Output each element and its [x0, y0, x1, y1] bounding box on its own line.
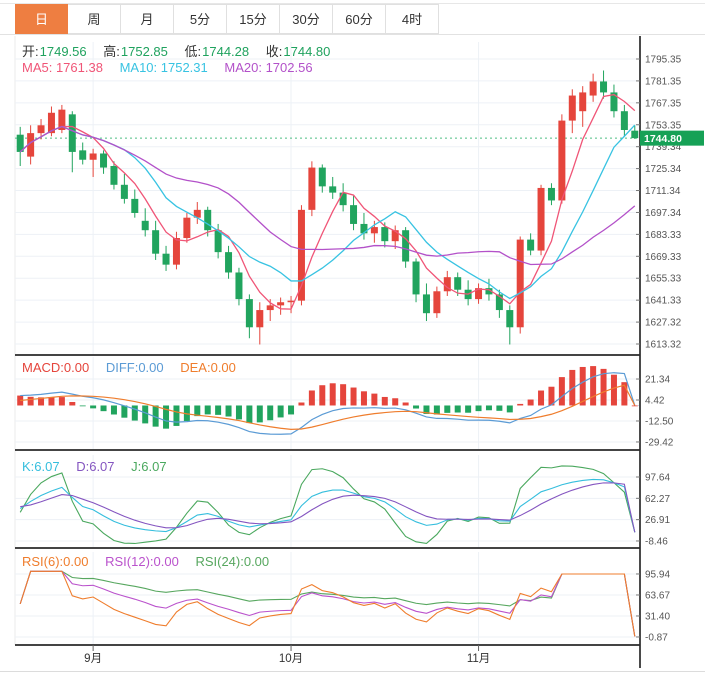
d-line — [20, 482, 636, 533]
svg-text:1767.35: 1767.35 — [645, 98, 682, 109]
candlestick-layer — [16, 70, 639, 345]
tab-4hour[interactable]: 4时 — [386, 4, 439, 34]
k-line — [19, 478, 636, 533]
tab-week[interactable]: 周 — [68, 4, 121, 34]
open-value: 1749.56 — [39, 44, 87, 59]
svg-text:-12.50: -12.50 — [645, 416, 674, 427]
j-line — [19, 465, 636, 545]
svg-text:1753.35: 1753.35 — [645, 120, 682, 131]
svg-text:1627.32: 1627.32 — [645, 318, 682, 329]
rsi-readout: RSI(6):0.00 RSI(12):0.00 RSI(24):0.00 — [22, 554, 282, 569]
ohlc-readout: 开:1749.56 高:1752.85 低:1744.28 收:1744.80 — [22, 41, 343, 60]
svg-text:95.94: 95.94 — [645, 569, 670, 580]
kdj-readout: K:6.07 D:6.07 J:6.07 — [22, 459, 180, 474]
svg-text:4.42: 4.42 — [645, 396, 665, 407]
svg-text:10月: 10月 — [279, 653, 303, 665]
svg-text:1744.80: 1744.80 — [644, 133, 682, 145]
rsi6-line — [19, 570, 636, 637]
tab-5min[interactable]: 5分 — [174, 4, 227, 34]
timeframe-toolbar: 日 周 月 5分 15分 30分 60分 4时 — [0, 4, 705, 35]
rsi6-value: RSI(6):0.00 — [22, 554, 89, 569]
high-value: 1752.85 — [120, 44, 168, 59]
low-label: 低: — [184, 44, 202, 59]
ma10-readout: MA10: 1752.31 — [119, 60, 208, 75]
chart-canvas[interactable]: 1795.351781.351767.351753.351739.341725.… — [0, 0, 705, 680]
tab-30min[interactable]: 30分 — [280, 4, 333, 34]
month-axis-labels: 9月 10月 11月 — [84, 645, 490, 665]
tab-month[interactable]: 月 — [121, 4, 174, 34]
svg-text:9月: 9月 — [84, 653, 102, 665]
current-price-badge: 1744.80 — [640, 130, 704, 146]
svg-text:1655.33: 1655.33 — [645, 274, 682, 285]
rsi12-line — [19, 570, 636, 637]
tab-day[interactable]: 日 — [15, 4, 68, 34]
svg-text:-8.46: -8.46 — [645, 536, 668, 547]
dea-value: DEA:0.00 — [180, 360, 236, 375]
ma-readout: MA5: 1761.38 MA10: 1752.31 MA20: 1702.56 — [22, 60, 326, 75]
macd-value: MACD:0.00 — [22, 360, 90, 375]
axis-lines — [15, 36, 641, 668]
low-value: 1744.28 — [202, 44, 250, 59]
svg-text:21.34: 21.34 — [645, 375, 670, 386]
rsi24-line — [19, 570, 636, 637]
diff-value: DIFF:0.00 — [105, 360, 164, 375]
close-value: 1744.80 — [283, 44, 331, 59]
j-value: J:6.07 — [131, 459, 167, 474]
close-label: 收: — [265, 44, 283, 59]
svg-text:1725.34: 1725.34 — [645, 164, 682, 175]
rsi12-value: RSI(12):0.00 — [105, 554, 179, 569]
svg-text:1683.33: 1683.33 — [645, 230, 682, 241]
k-value: K:6.07 — [22, 459, 60, 474]
svg-text:1613.32: 1613.32 — [645, 340, 682, 351]
tab-60min[interactable]: 60分 — [333, 4, 386, 34]
svg-text:11月: 11月 — [467, 653, 490, 665]
svg-text:31.40: 31.40 — [645, 611, 670, 622]
svg-text:1669.33: 1669.33 — [645, 252, 682, 263]
open-label: 开: — [22, 44, 39, 59]
svg-text:1795.35: 1795.35 — [645, 54, 682, 65]
svg-text:1711.34: 1711.34 — [645, 186, 681, 197]
macd-readout: MACD:0.00 DIFF:0.00 DEA:0.00 — [22, 360, 249, 375]
svg-text:-0.87: -0.87 — [645, 632, 668, 643]
tab-15min[interactable]: 15分 — [227, 4, 280, 34]
svg-text:1641.33: 1641.33 — [645, 296, 682, 307]
svg-text:62.27: 62.27 — [645, 494, 670, 505]
svg-text:26.91: 26.91 — [645, 515, 670, 526]
ma5-readout: MA5: 1761.38 — [22, 60, 103, 75]
svg-text:63.67: 63.67 — [645, 590, 670, 601]
rsi24-value: RSI(24):0.00 — [195, 554, 270, 569]
d-value: D:6.07 — [76, 459, 115, 474]
svg-text:1697.34: 1697.34 — [645, 208, 682, 219]
high-label: 高: — [103, 44, 120, 59]
svg-text:-29.42: -29.42 — [645, 437, 674, 448]
ma20-readout: MA20: 1702.56 — [224, 60, 313, 75]
svg-text:97.64: 97.64 — [645, 472, 670, 483]
svg-text:1781.35: 1781.35 — [645, 76, 682, 87]
